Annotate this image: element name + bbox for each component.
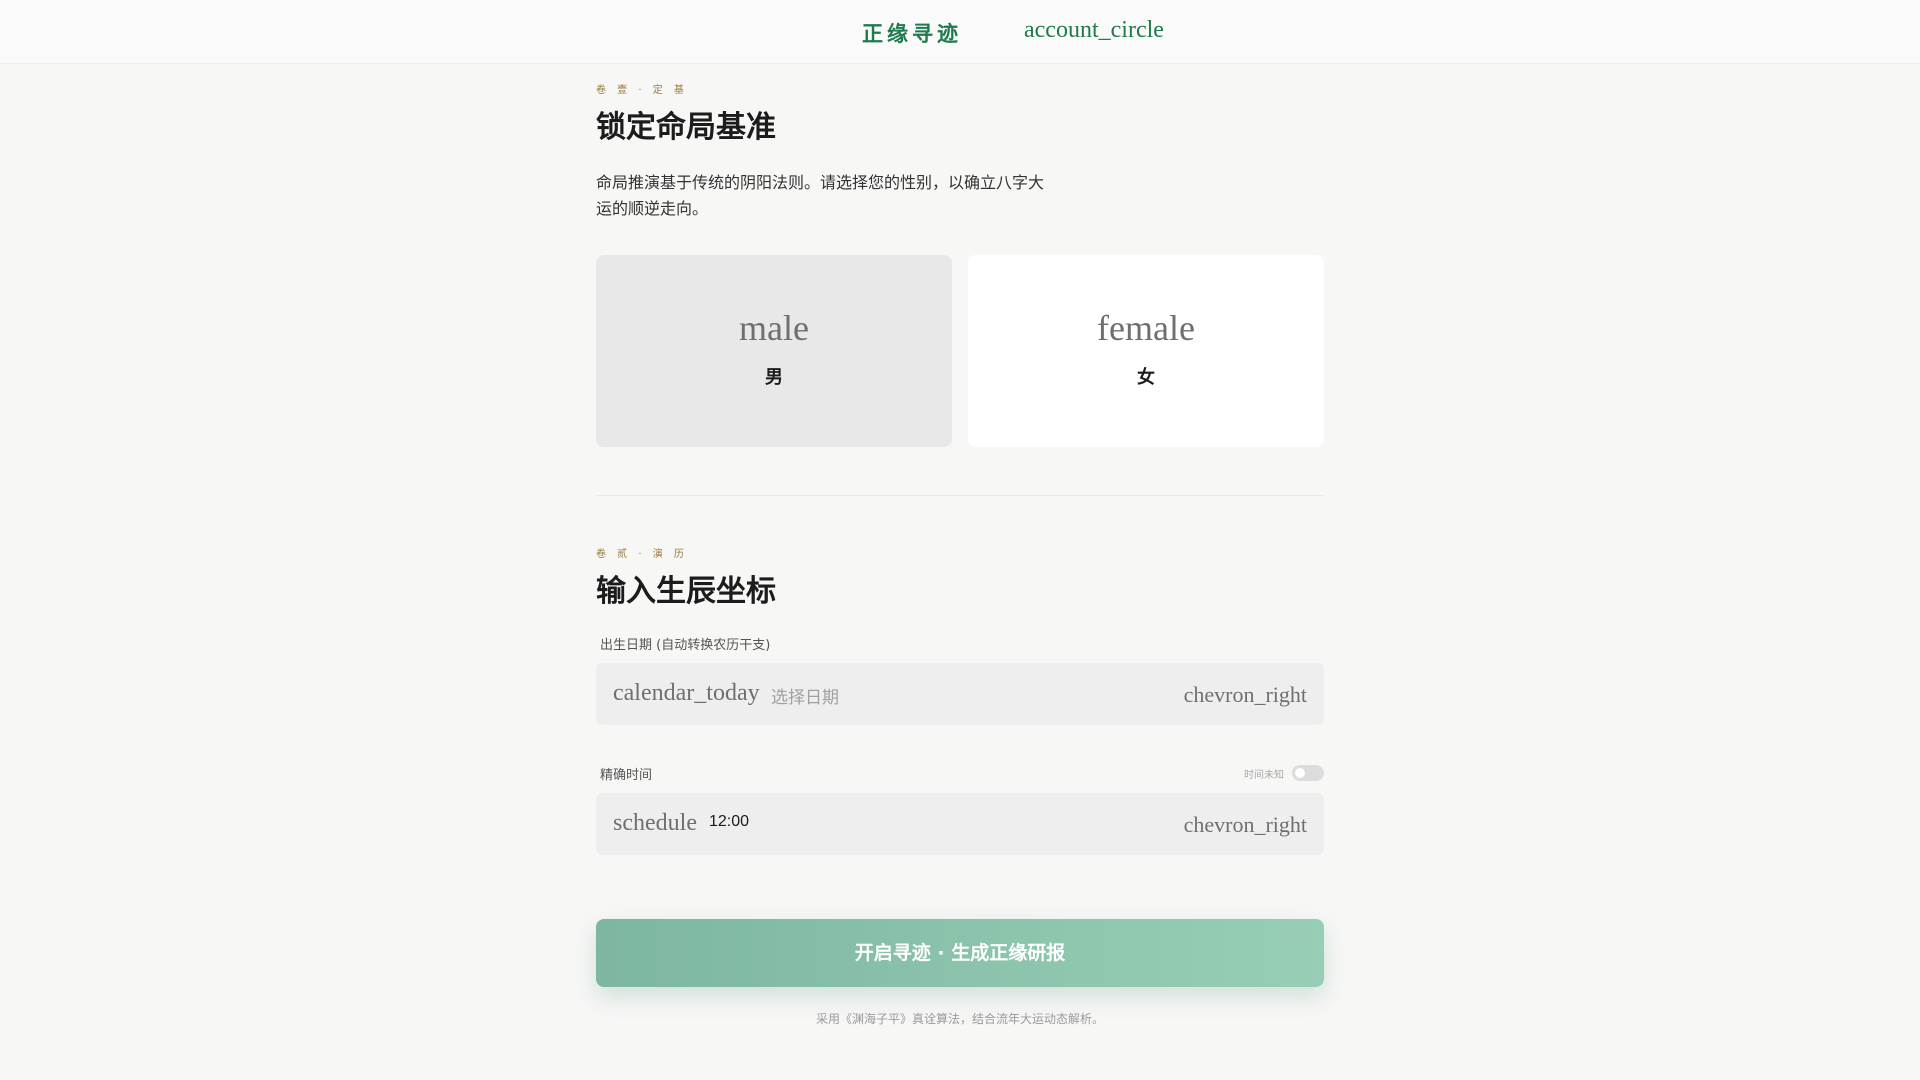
birth-date-field[interactable]: calendar_today 选择日期 chevron_right <box>596 663 1324 725</box>
gender-option-male[interactable]: male 男 <box>596 255 952 447</box>
generate-report-button[interactable]: 开启寻迹 · 生成正缘研报 <box>596 919 1324 987</box>
section-divider <box>596 495 1324 496</box>
toggle-knob <box>1295 768 1305 778</box>
gender-label-female: 女 <box>1137 367 1155 388</box>
time-unknown-label: 时间未知 <box>1244 769 1284 781</box>
chevron-right-icon: chevron_right <box>1183 812 1307 837</box>
birth-time-value: 12:00 <box>709 813 750 830</box>
time-unknown-control: 时间未知 <box>1244 764 1324 782</box>
birth-time-field[interactable]: schedule 12:00 chevron_right <box>596 793 1324 855</box>
section-description: 命局推演基于传统的阴阳法则。请选择您的性别，以确立八字大运的顺逆走向。 <box>596 173 1045 218</box>
section-kicker-1: 卷 壹 · 定 基 <box>596 85 688 96</box>
account-circle-icon[interactable]: account_circle <box>1024 17 1164 44</box>
top-bar: 正缘寻迹 account_circle <box>0 0 1920 64</box>
chevron-right-icon: chevron_right <box>1183 682 1307 707</box>
section-title-gender: 锁定命局基准 <box>596 110 776 145</box>
birth-time-label: 精确时间 <box>600 768 653 783</box>
gender-label-male: 男 <box>765 367 783 388</box>
schedule-icon: schedule <box>613 810 697 836</box>
brand-title: 正缘寻迹 <box>862 22 962 46</box>
section-kicker-2: 卷 贰 · 演 历 <box>596 549 688 560</box>
birth-date-label: 出生日期 (自动转换农历干支) <box>600 638 771 653</box>
algorithm-footnote: 采用《渊海子平》真诠算法，结合流年大运动态解析。 <box>815 1012 1104 1026</box>
time-unknown-toggle[interactable] <box>1292 765 1324 781</box>
birth-date-placeholder: 选择日期 <box>771 688 839 708</box>
calendar-today-icon: calendar_today <box>613 680 760 706</box>
gender-option-female[interactable]: female 女 <box>968 255 1324 447</box>
male-icon: male <box>739 308 809 348</box>
female-icon: female <box>1097 308 1195 348</box>
section-title-birth: 输入生辰坐标 <box>596 574 776 609</box>
